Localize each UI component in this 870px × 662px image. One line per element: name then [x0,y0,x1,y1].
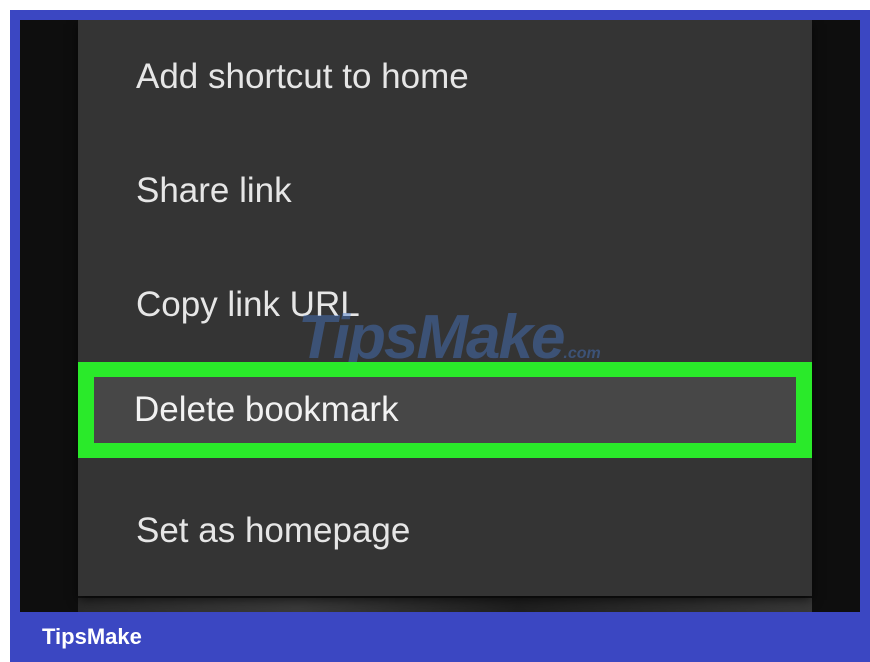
menu-item-share-link[interactable]: Share link [78,136,812,246]
context-menu: Add shortcut to home Share link Copy lin… [78,20,812,596]
menu-item-copy-link-url[interactable]: Copy link URL [78,250,812,360]
menu-item-delete-bookmark[interactable]: Delete bookmark [94,377,796,443]
menu-item-add-shortcut[interactable]: Add shortcut to home [78,22,812,132]
background-right [812,20,860,612]
menu-item-label: Delete bookmark [134,390,399,429]
highlight-outline: Delete bookmark [78,362,812,458]
tutorial-frame: Add shortcut to home Share link Copy lin… [10,10,870,662]
background-bottom [78,598,812,612]
footer-brand: TipsMake [42,624,142,649]
phone-screen: Add shortcut to home Share link Copy lin… [20,20,860,612]
menu-item-set-as-homepage[interactable]: Set as homepage [78,476,812,586]
background-left [20,20,78,612]
